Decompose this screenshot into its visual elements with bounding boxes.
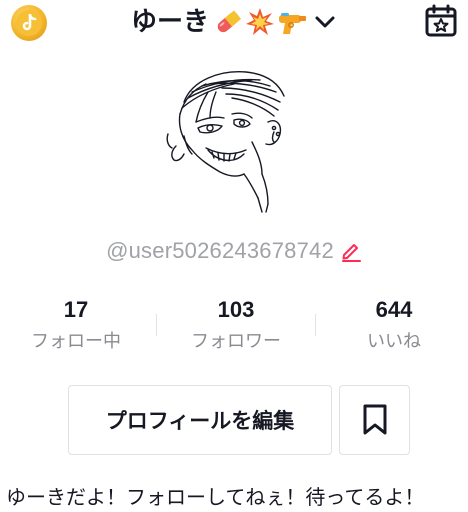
profile-display-name: ゆーき <box>130 7 209 37</box>
likes-label: いいね <box>367 331 421 352</box>
pill-emoji <box>217 10 242 33</box>
followers-label: フォロワー <box>191 331 281 352</box>
calendar-star-icon[interactable] <box>424 4 458 38</box>
stat-likes[interactable]: 644 いいね <box>324 296 464 354</box>
followers-count: 103 <box>217 297 255 322</box>
profile-header: ゆーき <box>0 0 468 46</box>
profile-bio: ゆーきだよ！フォローしてねぇ！待ってるよ！ <box>6 485 425 509</box>
water-pistol-emoji <box>279 13 306 34</box>
stat-divider <box>156 314 157 336</box>
following-count: 17 <box>63 297 89 322</box>
stat-followers[interactable]: 103 フォロワー <box>166 296 306 354</box>
likes-count: 644 <box>375 297 413 322</box>
bookmark-icon <box>363 404 386 435</box>
stat-following[interactable]: 17 フォロー中 <box>6 296 146 354</box>
username: @user5026243678742 <box>106 238 334 263</box>
chevron-down-icon <box>315 16 335 28</box>
title-emojis <box>213 7 309 37</box>
manga-portrait-avatar[interactable] <box>162 62 306 214</box>
account-switcher[interactable]: ゆーき <box>0 4 468 40</box>
profile-stats: 17 フォロー中 103 フォロワー 644 いいね <box>0 296 468 360</box>
pencil-icon[interactable] <box>340 240 362 262</box>
edit-profile-button[interactable]: プロフィールを編集 <box>68 385 332 455</box>
favorites-button[interactable] <box>339 385 410 455</box>
collision-emoji <box>246 8 274 35</box>
stat-divider <box>315 314 316 336</box>
username-row: @user5026243678742 <box>0 238 468 264</box>
following-label: フォロー中 <box>31 331 121 352</box>
